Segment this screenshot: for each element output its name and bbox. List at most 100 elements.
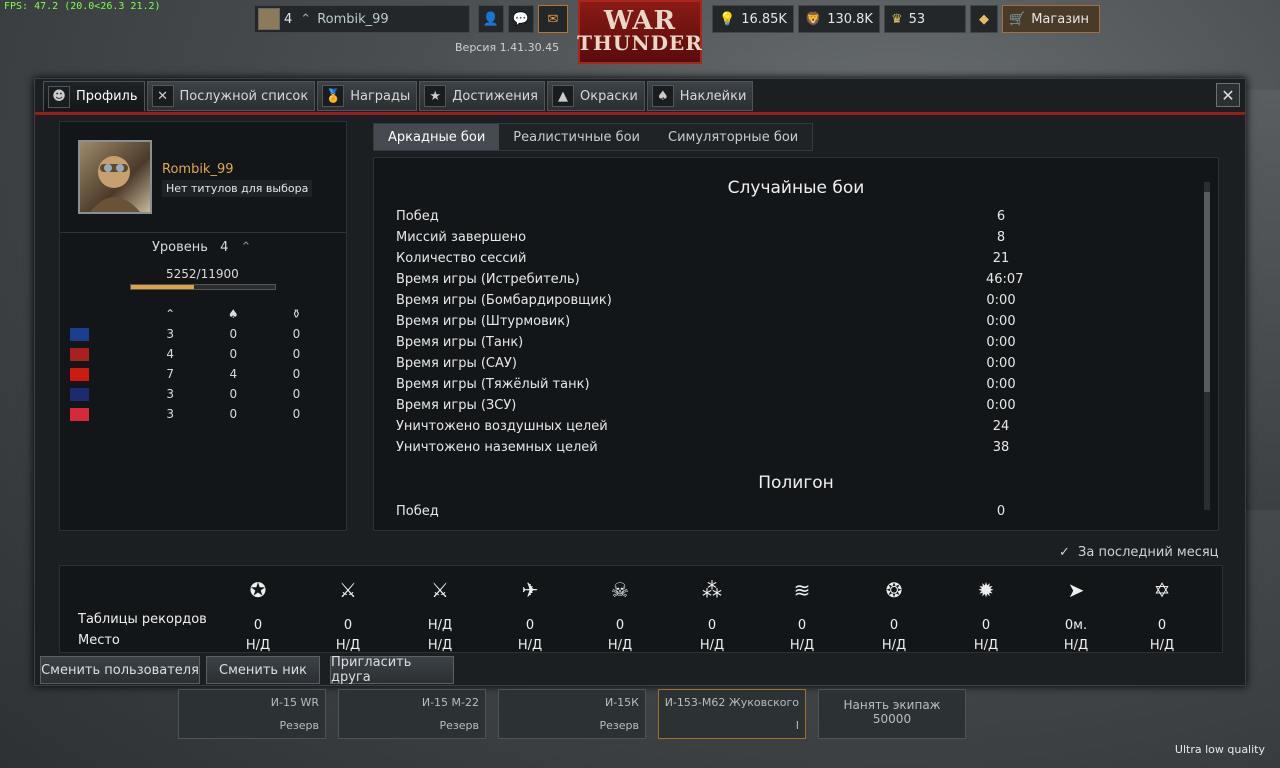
fps-counter: FPS: 47.2 (20.0<26.3 21.2) [4,1,161,12]
contacts-button[interactable]: 👤 [478,5,504,33]
flag-icon [70,407,89,421]
shop-button[interactable]: 🛒 Магазин [1002,5,1100,33]
country-stats-table: ⌃ ♠ ⚱ 3 0 0 4 0 0 7 4 0 3 0 0 3 0 0 [68,304,328,424]
skull-icon: ☠ [611,578,629,602]
stat-label: Время игры (Тяжёлый танк) [396,377,590,392]
country-stat: 0 [229,327,238,341]
shop-label: Магазин [1031,11,1090,27]
vehicle-status: Резерв [279,719,319,732]
section-title: Полигон [758,473,834,493]
person-icon: 👤 [482,11,500,27]
tab-awards[interactable]: 🏅 Награды [317,81,418,111]
lion-icon: 🦁 [805,11,822,27]
vehicle-slot[interactable]: И-15 М-22 Резерв [338,689,486,739]
exp-text: 5252/11900 [166,267,239,281]
level-row: Уровень 4 ⌃ [152,240,251,255]
premium-button[interactable]: ◆ [970,5,998,33]
country-stat: 0 [292,407,301,421]
star-of-david-icon: ✡ [1153,578,1171,602]
pilot-portrait-icon [90,156,140,212]
plane-icon: ✈ [521,578,539,602]
stat-row: Время игры (ЗСУ) 0:00 [396,395,1016,416]
chat-icon: 💬 [512,11,530,27]
vehicle-name: И-15К [604,696,639,709]
tab-service-record[interactable]: ✕ Послужной список [146,81,316,111]
leaderboard-column: ☠ 0 Н/Д [590,566,650,656]
change-user-button[interactable]: Сменить пользователя [40,656,200,684]
exp-progress-fill [131,285,195,289]
country-stat: 0 [292,327,301,341]
country-stat: 0 [292,347,301,361]
player-level: 4 [284,11,293,27]
stat-row: Время игры (Истребитель) 46:07 [396,269,1023,290]
leaderboard-column: ➤ 0м. Н/Д [1046,566,1106,656]
last-month-label: За последний месяц [1078,545,1219,560]
silver-lions: 🦁 130.8K [798,5,880,33]
tab-decals[interactable]: ♠ Наклейки [646,81,754,111]
star-icon: ★ [424,85,447,107]
last-month-checkbox[interactable]: ✓ За последний месяц [1059,545,1219,560]
stat-row: Время игры (Танк) 0:00 [396,332,1016,353]
star-badge-icon: ✪ [249,578,267,602]
tab-arcade[interactable]: Аркадные бои [374,124,500,150]
rank-chevron-icon: ⌃ [300,11,312,27]
country-stat: 0 [292,387,301,401]
mail-button[interactable]: ✉ [538,5,568,33]
stat-value: 21 [992,251,1010,266]
spade-icon: ♠ [651,85,674,107]
tab-profile[interactable]: ☻ Профиль [43,81,145,111]
vehicle-name: И-15 WR [270,696,319,709]
hire-crew-slot[interactable]: Нанять экипаж 50000 [818,689,966,739]
flag-icon [70,367,89,381]
rank-chevron-icon: ⌃ [240,240,252,255]
stat-label: Время игры (Танк) [396,335,524,350]
invite-friend-button[interactable]: Пригласить друга [330,655,454,685]
silver-value: 130.8K [827,11,873,27]
war-thunder-logo: WAR THUNDER [577,0,702,64]
scrollbar-thumb[interactable] [1204,192,1210,392]
title-selector[interactable]: Нет титулов для выбора [162,180,313,197]
close-button[interactable]: ✕ [1216,83,1240,107]
stat-value: 38 [992,440,1010,455]
player-chip[interactable]: 4 ⌃ Rombik_99 [254,5,470,33]
leaderboard-value: 0 [889,618,899,633]
stat-label: Время игры (Истребитель) [396,272,580,287]
vehicle-slot[interactable]: И-15 WR Резерв [178,689,326,739]
leaderboard-place: Н/Д [699,638,725,653]
medal-icon: 🏅 [322,85,345,107]
background-shade [1246,90,1280,510]
battle-mode-tabs: Аркадные бои Реалистичные бои Симуляторн… [373,123,814,151]
stat-value: 6 [996,209,1006,224]
stat-label: Время игры (ЗСУ) [396,398,517,413]
stat-value: 0:00 [986,293,1016,308]
avatar[interactable] [78,140,152,214]
chat-button[interactable]: 💬 [508,5,534,33]
cart-icon: 🛒 [1009,11,1026,27]
pilot-icon: ☻ [48,85,70,108]
scrollbar[interactable] [1204,182,1210,510]
vehicle-slot[interactable]: И-15К Резерв [498,689,646,739]
stat-value: 0 [996,504,1006,519]
planes-formation-icon: ≋ [793,578,811,602]
tab-simulator[interactable]: Симуляторные бои [654,124,812,150]
tab-realistic[interactable]: Реалистичные бои [499,124,654,150]
stat-label: Побед [396,209,439,224]
leaderboard-column: ✪ 0 Н/Д [228,566,288,656]
crossed-swords-star-icon: ⚔ [431,578,449,602]
leaderboard-place: Н/Д [881,638,907,653]
vehicle-status: Резерв [599,719,639,732]
envelope-icon: ✉ [547,11,559,27]
country-row: 3 0 0 [68,324,328,344]
tab-achievements[interactable]: ★ Достижения [419,81,546,111]
country-row: 3 0 0 [68,404,328,424]
tab-label: Послужной список [179,88,309,104]
country-stat: 0 [229,407,238,421]
close-icon: ✕ [1221,85,1235,105]
hire-crew-label: Нанять экипаж [843,698,941,712]
tab-skins[interactable]: ▲ Окраски [547,81,645,111]
change-nick-button[interactable]: Сменить ник [206,656,320,684]
leaderboard-value: 0 [707,618,717,633]
vehicle-slot-selected[interactable]: И-153-М62 Жуковского I [658,689,806,739]
profile-window: ☻ Профиль ✕ Послужной список 🏅 Награды ★ Дос… [34,78,1246,686]
leaderboard-place: Н/Д [1063,638,1089,653]
